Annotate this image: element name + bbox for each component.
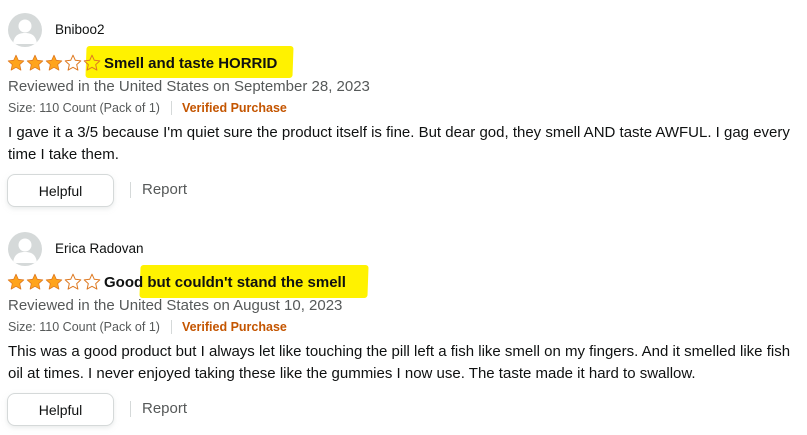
star-empty-icon (64, 54, 82, 72)
review-date: Reviewed in the United States on August … (8, 297, 343, 314)
verified-purchase-badge: Verified Purchase (181, 320, 287, 334)
review-body: I gave it a 3/5 because I'm quiet sure t… (8, 124, 790, 163)
review-format-strip: Size: 110 Count (Pack of 1) Verified Pur… (8, 319, 287, 335)
default-user-avatar-icon[interactable] (8, 13, 42, 47)
star-empty-icon (83, 273, 101, 291)
report-link[interactable]: Report (142, 181, 187, 199)
reviewer-name[interactable]: Erica Radovan (55, 241, 144, 257)
divider (130, 182, 131, 198)
star-filled-icon (7, 273, 25, 291)
review-card: Erica Radovan Good but couldn't stand th… (0, 219, 807, 435)
variant-info: Size: 110 Count (Pack of 1) (8, 101, 160, 115)
star-rating[interactable] (7, 54, 101, 72)
variant-info: Size: 110 Count (Pack of 1) (8, 320, 160, 334)
review-title[interactable]: Good but couldn't stand the smell (104, 274, 346, 292)
divider (130, 401, 131, 417)
review-format-strip: Size: 110 Count (Pack of 1) Verified Pur… (8, 100, 287, 116)
reviewer-name[interactable]: Bniboo2 (55, 22, 105, 38)
star-filled-icon (26, 273, 44, 291)
review-title[interactable]: Smell and taste HORRID (104, 55, 277, 73)
default-user-avatar-icon[interactable] (8, 232, 42, 266)
review-date: Reviewed in the United States on Septemb… (8, 78, 370, 95)
review-card: Bniboo2 Smell and taste HORRID Reviewed … (0, 0, 807, 216)
divider (170, 320, 172, 334)
review-body: This was a good product but I always let… (8, 343, 791, 382)
divider (170, 101, 172, 115)
helpful-button[interactable]: Helpful (7, 393, 114, 426)
helpful-button[interactable]: Helpful (7, 174, 114, 207)
report-link[interactable]: Report (142, 400, 187, 418)
star-filled-icon (45, 54, 63, 72)
star-empty-icon (83, 54, 101, 72)
star-empty-icon (64, 273, 82, 291)
star-rating[interactable] (7, 273, 101, 291)
star-filled-icon (45, 273, 63, 291)
star-filled-icon (7, 54, 25, 72)
verified-purchase-badge: Verified Purchase (181, 101, 287, 115)
star-filled-icon (26, 54, 44, 72)
